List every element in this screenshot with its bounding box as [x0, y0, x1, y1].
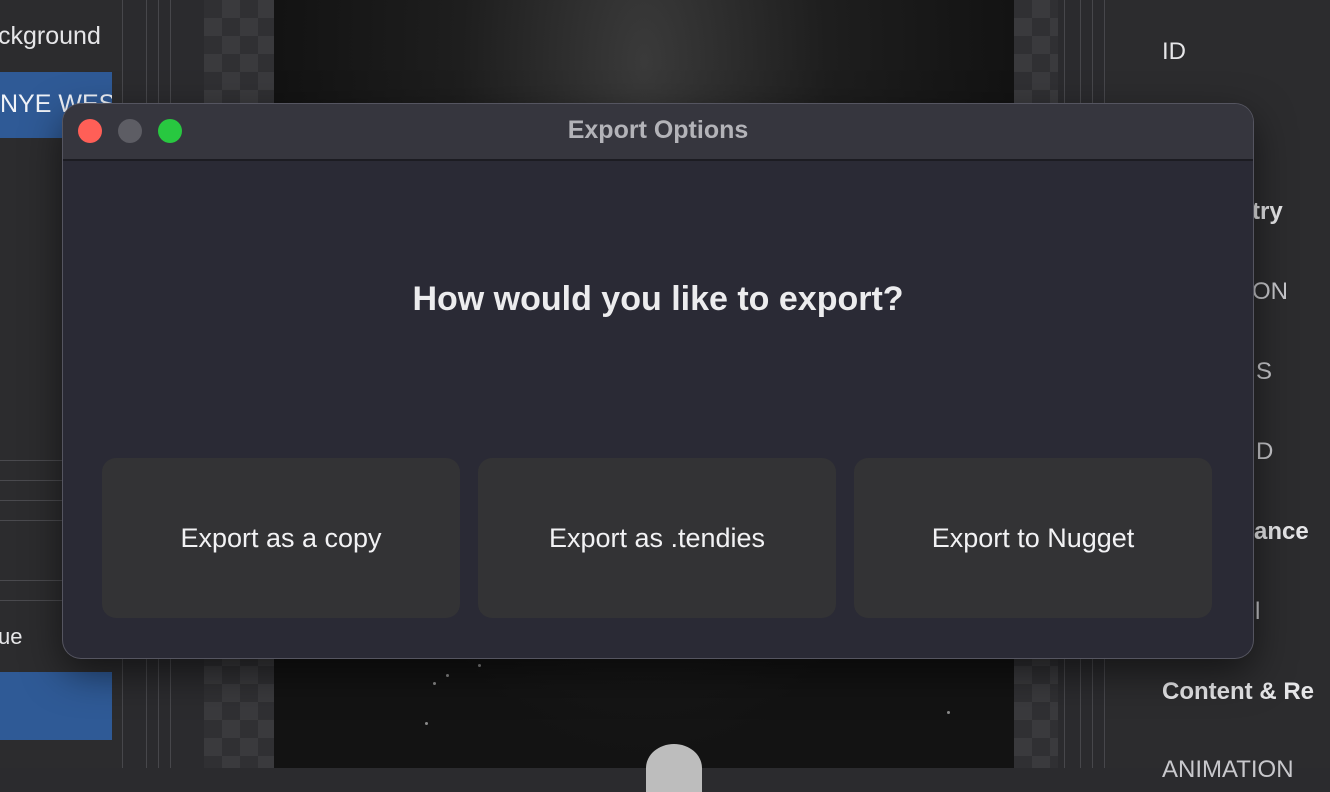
inspector-appearance-heading: ance	[1254, 518, 1309, 545]
photo-speck	[446, 674, 449, 677]
divider	[0, 500, 62, 501]
photo-speck	[478, 664, 481, 667]
export-as-copy-button[interactable]: Export as a copy	[102, 458, 460, 618]
divider	[0, 520, 62, 521]
dialog-titlebar[interactable]: Export Options	[63, 104, 1253, 161]
photo-speck	[425, 722, 428, 725]
export-prompt: How would you like to export?	[412, 280, 904, 318]
inspector-id-label: ID	[1162, 38, 1186, 65]
divider	[0, 600, 62, 601]
selected-row[interactable]	[0, 672, 112, 740]
inspector-geometry-heading: try	[1252, 198, 1283, 225]
inspector-size-label: D	[1256, 438, 1274, 465]
divider	[0, 480, 62, 481]
dialog-title: Export Options	[567, 116, 749, 144]
export-options-dialog: Export Options How would you like to exp…	[63, 104, 1253, 658]
export-as-tendies-label: Export as .tendies	[548, 522, 766, 553]
inspector-label: l	[1255, 598, 1261, 625]
divider	[0, 460, 62, 461]
photo-figure	[646, 744, 702, 792]
export-as-tendies-button[interactable]: Export as .tendies	[478, 458, 836, 618]
value-label: ue	[0, 624, 23, 649]
background-label: ckground	[0, 22, 101, 50]
inspector-content-heading: Content & Re	[1162, 678, 1314, 705]
photo-speck	[947, 711, 950, 714]
inspector-position-label: ON	[1252, 278, 1288, 305]
inspector-bounds-label: S	[1256, 358, 1273, 385]
export-to-nugget-label: Export to Nugget	[931, 522, 1135, 553]
divider	[0, 580, 62, 581]
inspector-animation-label: ANIMATION	[1162, 756, 1294, 783]
photo-speck	[433, 682, 436, 685]
export-to-nugget-button[interactable]: Export to Nugget	[854, 458, 1212, 618]
export-as-copy-label: Export as a copy	[180, 522, 382, 553]
